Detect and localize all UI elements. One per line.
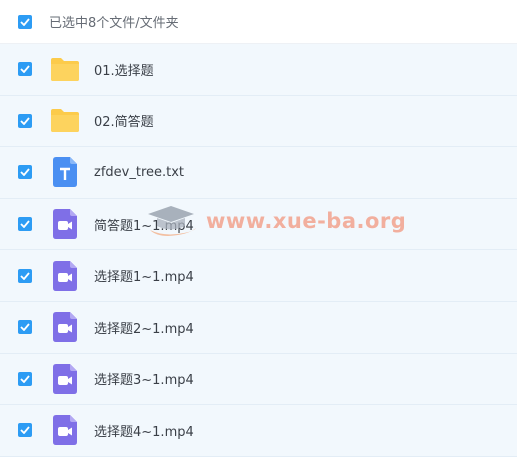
item-name: 选择题3~1.mp4 (94, 373, 194, 389)
folder-icon (50, 54, 80, 84)
list-item[interactable]: 01.选择题 (0, 44, 517, 96)
selection-header: 已选中8个文件/文件夹 (0, 0, 517, 44)
item-name: 02.简答题 (94, 115, 154, 131)
list-item[interactable]: 选择题4~1.mp4 (0, 405, 517, 457)
checkmark-icon (20, 375, 30, 383)
text-file-icon (50, 157, 80, 188)
checkmark-icon (20, 65, 30, 74)
list-item[interactable]: 02.简答题 (0, 95, 517, 148)
file-list: 01.选择题 02.简答题 zfdev_tree.txt 简答题1~1.mp4 … (0, 44, 517, 457)
list-item[interactable]: 选择题3~1.mp4 (0, 353, 517, 406)
file-selection-panel: 已选中8个文件/文件夹 01.选择题 02.简答题 zfdev_tree.txt… (0, 0, 517, 458)
item-checkbox-wrap[interactable] (18, 371, 36, 386)
item-checkbox[interactable] (18, 217, 32, 232)
folder-icon (50, 106, 80, 136)
checkmark-icon (20, 323, 30, 332)
item-name: 选择题1~1.mp4 (94, 270, 194, 286)
item-checkbox[interactable] (18, 371, 32, 386)
item-name: 选择题4~1.mp4 (94, 424, 194, 440)
item-checkbox-wrap[interactable] (18, 320, 36, 335)
item-checkbox-wrap[interactable] (18, 423, 36, 438)
list-item[interactable]: 选择题1~1.mp4 (0, 250, 517, 302)
checkmark-icon (20, 220, 30, 229)
item-checkbox-wrap[interactable] (18, 165, 36, 180)
checkmark-icon (20, 168, 30, 177)
item-name: 简答题1~1.mp4 (94, 218, 194, 234)
item-checkbox[interactable] (18, 113, 32, 128)
item-checkbox[interactable] (18, 320, 32, 335)
list-item[interactable]: 选择题2~1.mp4 (0, 301, 517, 354)
video-file-icon (50, 363, 80, 394)
item-checkbox[interactable] (18, 423, 32, 438)
video-file-icon (50, 260, 80, 291)
list-item[interactable]: 简答题1~1.mp4 (0, 198, 517, 251)
checkmark-icon (20, 272, 30, 280)
item-checkbox-wrap[interactable] (18, 62, 36, 77)
checkmark-icon (20, 117, 30, 125)
checkmark-icon (20, 426, 30, 435)
item-checkbox-wrap[interactable] (18, 268, 36, 283)
item-name: 选择题2~1.mp4 (94, 321, 194, 337)
select-all-checkbox[interactable] (18, 14, 32, 29)
video-file-icon (50, 312, 80, 343)
item-checkbox[interactable] (18, 62, 32, 77)
video-file-icon (50, 209, 80, 240)
select-all-checkbox-wrap[interactable] (18, 14, 36, 29)
video-file-icon (50, 415, 80, 446)
item-checkbox-wrap[interactable] (18, 217, 36, 232)
list-item[interactable]: zfdev_tree.txt (0, 147, 517, 199)
item-name: 01.选择题 (94, 63, 154, 79)
item-checkbox-wrap[interactable] (18, 113, 36, 128)
item-checkbox[interactable] (18, 268, 32, 283)
checkmark-icon (20, 17, 30, 26)
item-checkbox[interactable] (18, 165, 32, 180)
selection-count-label: 已选中8个文件/文件夹 (49, 16, 179, 31)
item-name: zfdev_tree.txt (94, 164, 185, 180)
